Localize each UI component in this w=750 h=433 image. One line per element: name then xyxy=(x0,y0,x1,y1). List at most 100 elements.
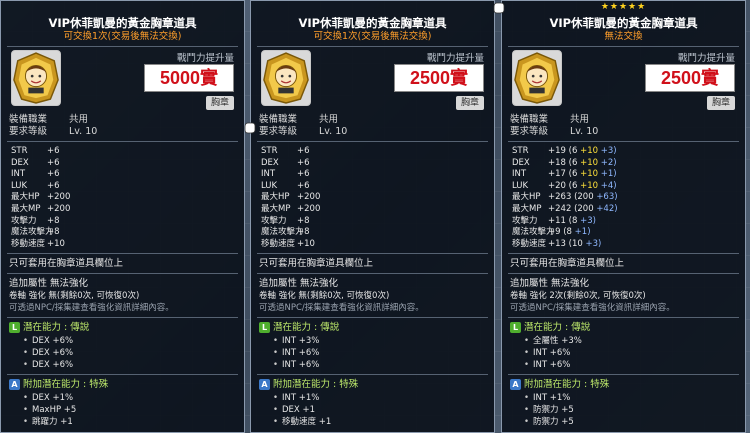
item-tooltip-1: VIP休菲凱曼的黃金胸章道具 可交換1次(交易後無法交換) 戰鬥力提升量 500… xyxy=(0,0,245,433)
level-value: Lv. 10 xyxy=(69,126,98,137)
stat-name: STR xyxy=(261,146,278,156)
additional-potential-title: 附加潛在能力 : 特殊 xyxy=(273,379,359,391)
stat-bonus-blue: +3) xyxy=(598,146,617,156)
glove-cursor-icon xyxy=(244,122,256,134)
bullet-icon: • xyxy=(23,405,29,416)
potential-line: • INT +1% xyxy=(273,392,494,404)
divider xyxy=(257,253,488,255)
potential-text: INT +6% xyxy=(533,360,571,371)
additional-potential-icon: A xyxy=(259,379,270,391)
stat-value: +9 xyxy=(548,227,561,238)
stat-row: 攻擊力 +8 xyxy=(11,216,236,228)
potential-text: 防禦力 +5 xyxy=(533,405,574,416)
divider xyxy=(508,273,739,275)
stat-value: +18 xyxy=(548,157,566,168)
stat-bonus-blue: +4) xyxy=(598,180,617,191)
bullet-icon: • xyxy=(23,336,29,347)
stat-name: 攻擊力 xyxy=(512,215,538,226)
potential-text: INT +6% xyxy=(533,348,571,359)
medal-item-icon xyxy=(512,50,562,106)
scroll-upgrade: 卷軸 強化 2次(剩餘0次, 可恢復0次) xyxy=(510,291,646,302)
stat-row: 最大HP +263 (200 +63) xyxy=(512,192,737,204)
potential-line: • 防禦力 +5 xyxy=(524,416,745,428)
level-value: Lv. 10 xyxy=(570,126,599,137)
combat-power-label: 戰鬥力提升量 xyxy=(677,53,735,64)
potential-text: DEX +6% xyxy=(32,360,74,371)
potential-text: INT +6% xyxy=(282,348,320,359)
stat-name: 魔法攻擊力 xyxy=(512,227,555,238)
bullet-icon: • xyxy=(23,360,29,371)
divider xyxy=(508,374,739,376)
stat-row: INT +17 (6 +10 +1) xyxy=(512,169,737,181)
job-label: 裝備職業 xyxy=(259,114,298,125)
job-value: 共用 xyxy=(319,114,339,125)
potential-text: INT +3% xyxy=(282,336,320,347)
potential-text: INT +1% xyxy=(533,393,571,404)
npc-note: 可透過NPC/採集建查看強化資訊詳細內容。 xyxy=(9,303,174,314)
stat-bonus-yellow: +10 xyxy=(580,169,599,180)
potential-line: • INT +6% xyxy=(273,347,494,359)
potential-title: 潛在能力 : 傳說 xyxy=(524,322,591,334)
bullet-icon: • xyxy=(524,360,530,371)
divider xyxy=(257,46,488,47)
bullet-icon: • xyxy=(273,393,279,404)
stat-row: STR +6 xyxy=(11,146,236,158)
divider xyxy=(257,374,488,376)
stat-base: (8 xyxy=(568,215,581,226)
stat-name: DEX xyxy=(11,157,29,168)
stat-value: +19 xyxy=(548,146,566,156)
stat-name: LUK xyxy=(512,180,529,191)
slot-note: 只可套用在胸章道具欄位上 xyxy=(9,258,124,270)
stat-name: STR xyxy=(512,146,529,156)
requirements: 裝備職業 共用 要求等級 Lv. 10 xyxy=(510,114,737,138)
combat-power-label: 戰鬥力提升量 xyxy=(426,53,484,64)
stat-value: +6 xyxy=(47,180,60,191)
potential-line: • MaxHP +5 xyxy=(23,404,244,416)
stat-row: 移動速度 +10 xyxy=(261,239,486,251)
stat-value: +8 xyxy=(297,227,310,238)
stat-name: 最大HP xyxy=(11,192,40,203)
divider xyxy=(508,46,739,47)
potential-list: • DEX +6% • DEX +6% • DEX +6% xyxy=(1,335,244,371)
stat-row: 最大HP +200 xyxy=(261,192,486,204)
job-value: 共用 xyxy=(570,114,590,125)
potential-line: • 防禦力 +5 xyxy=(524,404,745,416)
additional-potential-icon: A xyxy=(510,379,521,391)
bullet-icon: • xyxy=(524,336,530,347)
stat-name: LUK xyxy=(261,180,278,191)
stat-row: 最大MP +200 xyxy=(11,204,236,216)
stat-value: +6 xyxy=(297,169,310,180)
stat-name: 最大MP xyxy=(512,203,542,214)
stat-bonus-yellow: +10 xyxy=(580,180,599,191)
potential-line: • INT +6% xyxy=(273,359,494,371)
stat-row: DEX +18 (6 +10 +2) xyxy=(512,158,737,170)
additional-potential-icon: A xyxy=(9,379,20,391)
divider xyxy=(7,141,238,142)
potential-line: • DEX +1% xyxy=(23,392,244,404)
stat-value: +263 xyxy=(548,192,572,203)
stat-value: +13 xyxy=(548,238,566,249)
stat-value: +6 xyxy=(297,157,310,168)
additional-potential-list: • DEX +1% • MaxHP +5 • 跳躍力 +1 xyxy=(1,392,244,428)
stat-row: DEX +6 xyxy=(261,158,486,170)
stat-name: 攻擊力 xyxy=(11,215,37,226)
potential-title: 潛在能力 : 傳說 xyxy=(273,322,340,334)
stat-name: STR xyxy=(11,146,28,156)
potential-text: INT +1% xyxy=(282,393,320,404)
additional-potential-header: A 附加潛在能力 : 特殊 xyxy=(510,378,737,392)
requirements: 裝備職業 共用 要求等級 Lv. 10 xyxy=(259,114,486,138)
potential-text: DEX +1 xyxy=(282,405,315,416)
potential-line: • INT +1% xyxy=(524,392,745,404)
stat-base: (10 xyxy=(568,238,586,249)
bullet-icon: • xyxy=(23,417,29,428)
stat-name: 最大MP xyxy=(11,203,41,214)
divider xyxy=(7,317,238,319)
stat-row: 移動速度 +13 (10 +3) xyxy=(512,239,737,251)
stat-value: +8 xyxy=(47,215,60,226)
stat-bonus-blue: +63) xyxy=(596,192,618,203)
slot-note: 只可套用在胸章道具欄位上 xyxy=(510,258,625,270)
stat-value: +200 xyxy=(47,203,71,214)
stat-base: (6 xyxy=(568,169,581,180)
stat-row: 最大HP +200 xyxy=(11,192,236,204)
bullet-icon: • xyxy=(273,405,279,416)
